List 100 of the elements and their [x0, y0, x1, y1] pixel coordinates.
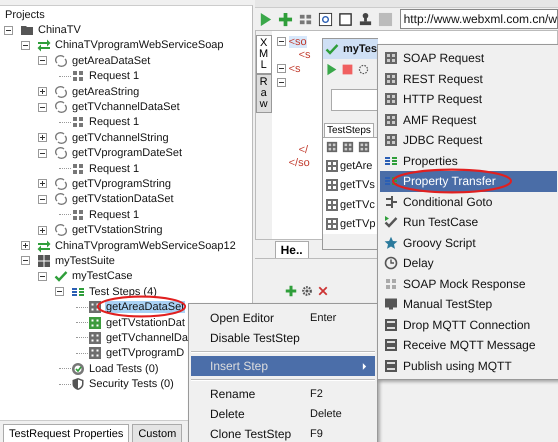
collapse-icon[interactable] [4, 26, 13, 35]
tree-item[interactable]: Request 1 [88, 116, 140, 128]
collapse-icon[interactable] [21, 256, 30, 266]
close-icon[interactable] [316, 285, 329, 297]
shortcut-text: Enter [310, 312, 336, 324]
menu-item[interactable]: Run TestCase [380, 212, 557, 232]
tree-root-label: Projects [4, 8, 46, 21]
menu-item[interactable]: REST Request [380, 68, 557, 89]
tree-item[interactable]: myTestCase [71, 270, 134, 282]
menu-item[interactable]: AMF Request [380, 110, 557, 130]
expand-icon[interactable] [38, 87, 47, 96]
square-icon[interactable] [338, 12, 353, 26]
menu-item[interactable]: SOAP Request [380, 48, 557, 68]
collapse-icon[interactable] [276, 78, 286, 87]
collapse-icon[interactable] [55, 287, 64, 296]
collapse-icon[interactable] [38, 194, 47, 204]
swap-arrows-icon [37, 238, 51, 253]
stamp-icon[interactable] [358, 12, 373, 26]
tree-item[interactable]: getTVprogramDateSet [71, 147, 184, 160]
endpoint-field[interactable]: http://www.webxml.com.cn/w [400, 9, 558, 29]
plus-icon[interactable] [284, 285, 297, 297]
expand-icon[interactable] [21, 241, 30, 250]
collapse-icon[interactable] [38, 272, 47, 281]
tab[interactable]: Custom [132, 424, 182, 442]
menu-item[interactable]: HTTP Request [380, 89, 557, 110]
collapse-icon[interactable] [38, 148, 47, 158]
menu-item[interactable]: Delay [380, 253, 557, 274]
settings-icon[interactable] [300, 285, 313, 297]
menu-label: Open Editor [210, 311, 276, 325]
request-icon[interactable] [342, 141, 354, 153]
collapse-icon[interactable] [38, 56, 47, 66]
check-icon [384, 215, 398, 230]
menu-label: Rename [210, 387, 256, 401]
menu-item[interactable]: Clone TestStep F9 [191, 424, 375, 442]
tab[interactable]: TestSteps [324, 123, 374, 137]
request-icon[interactable] [326, 141, 338, 153]
menu-item[interactable]: Disable TestStep [191, 328, 375, 348]
tree-item[interactable]: Request 1 [88, 208, 140, 221]
request-icon [384, 51, 398, 66]
tree-item[interactable]: Load Tests (0) [88, 362, 160, 375]
menu-item[interactable]: Receive MQTT Message [380, 335, 557, 356]
vertical-tab[interactable]: Raw [256, 74, 272, 113]
collapse-icon[interactable] [21, 40, 30, 50]
collapse-icon[interactable] [276, 64, 286, 74]
request-icon [384, 72, 398, 86]
frame-icon[interactable] [318, 12, 333, 26]
tab[interactable]: TestRequest Properties [3, 424, 130, 442]
collapse-icon[interactable] [276, 37, 286, 46]
tree-item[interactable]: Request 1 [88, 162, 140, 175]
grid-icon [37, 254, 51, 268]
spinner-icon[interactable] [357, 62, 370, 76]
shield-icon [71, 377, 85, 392]
menu-item[interactable]: Delete Delete [191, 404, 375, 424]
menu-item[interactable]: Rename F2 [191, 384, 375, 404]
mqtt-icon [384, 358, 398, 373]
play-icon[interactable] [325, 62, 338, 76]
menu-item[interactable]: Open Editor Enter [191, 308, 375, 328]
menu-item[interactable]: Manual TestStep [380, 294, 557, 314]
plus-icon[interactable] [278, 12, 293, 26]
input-field[interactable] [331, 89, 378, 111]
tree-item[interactable]: Security Tests (0) [88, 378, 175, 390]
request-icon [71, 69, 85, 84]
menu-item[interactable]: Properties [380, 150, 557, 171]
menu-item[interactable]: Groovy Script [380, 232, 557, 253]
menu-label: Clone TestStep [210, 427, 292, 441]
tree-item[interactable]: myTestSuite [54, 254, 116, 267]
tree-item[interactable]: getTVstationDat [105, 316, 186, 328]
tree-item[interactable]: getAreaString [71, 86, 140, 98]
menu-item[interactable]: Publish using MQTT [380, 356, 557, 376]
tree-item[interactable]: getAreaDataSet [71, 54, 152, 67]
tree-item[interactable]: getTVchannelString [71, 132, 170, 144]
collapse-icon[interactable] [38, 102, 47, 112]
tree-item[interactable]: getTVchannelDataSet [71, 101, 181, 114]
menu-item[interactable]: SOAP Mock Response [380, 274, 557, 294]
tree-item[interactable]: ChinaTVprogramWebServiceSoap [54, 39, 225, 52]
menu-item[interactable]: Conditional Goto [380, 192, 557, 212]
shortcut-text: Delete [310, 408, 342, 420]
expand-icon[interactable] [38, 179, 47, 188]
tree-item[interactable]: getTVstationDataSet [71, 193, 175, 206]
menu-item[interactable]: JDBC Request [380, 130, 557, 150]
tree-item[interactable]: getTVchannelDa [105, 332, 189, 344]
stop-icon[interactable] [341, 62, 354, 76]
expand-icon[interactable] [38, 133, 47, 142]
tree-item[interactable]: getTVprogramString [71, 178, 172, 190]
menu-item[interactable]: Property Transfer [380, 171, 557, 192]
tree-item[interactable]: getTVprogramD [105, 347, 186, 360]
refresh-icon [54, 192, 68, 206]
star-icon [384, 236, 398, 250]
tree-item[interactable]: Request 1 [88, 70, 140, 82]
swap-arrows-icon [37, 38, 51, 52]
shortcut-text: F9 [310, 428, 323, 440]
request-icon[interactable] [358, 141, 370, 153]
tree-item[interactable]: getTVstationString [71, 224, 164, 236]
tab[interactable]: He.. [274, 241, 309, 258]
menu-item[interactable]: Insert Step [191, 356, 375, 376]
menu-item[interactable]: Drop MQTT Connection [380, 314, 557, 335]
tree-item[interactable]: ChinaTV [37, 24, 82, 36]
tree-item[interactable]: ChinaTVprogramWebServiceSoap12 [54, 240, 237, 252]
vertical-tab[interactable]: XML [256, 35, 272, 74]
expand-icon[interactable] [38, 226, 47, 235]
